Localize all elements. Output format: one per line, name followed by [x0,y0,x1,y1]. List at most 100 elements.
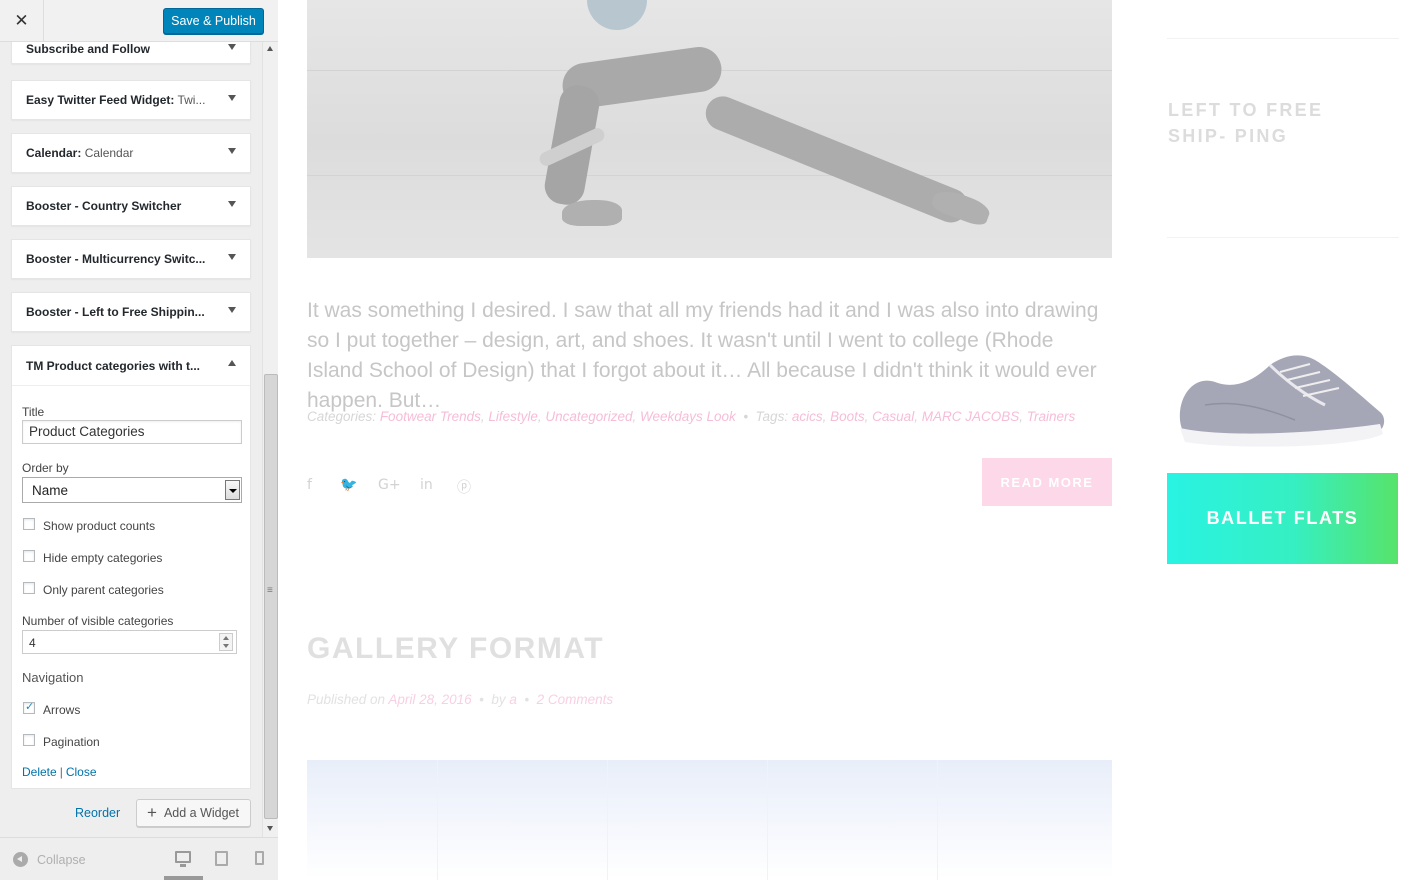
athlete-back-leg [700,91,973,228]
widget-left-to-free-shipping[interactable]: Booster - Left to Free Shippin... [11,292,251,332]
save-publish-button[interactable]: Save & Publish [163,8,264,34]
visible-categories-label: Number of visible categories [22,614,174,628]
expand-arrow-icon[interactable] [228,201,236,207]
widget-title: Booster - Country Switcher [26,199,182,213]
separator: | [59,765,63,779]
order-by-select[interactable]: Name [22,477,242,503]
customizer-sidebar: ✕ Save & Publish Subscribe and Follow Ea… [0,0,278,880]
sneaker-image[interactable] [1175,350,1390,455]
hide-empty-checkbox[interactable] [23,550,35,562]
plus-icon: + [147,803,157,822]
customizer-header: ✕ Save & Publish [0,0,278,42]
google-plus-icon[interactable]: G+ [378,477,401,493]
tag-link[interactable]: Casual [872,409,914,424]
widget-multicurrency-switcher[interactable]: Booster - Multicurrency Switc... [11,239,251,279]
mobile-icon[interactable] [255,851,264,865]
widget-title: Subscribe and Follow [26,42,151,56]
add-widget-label: Add a Widget [163,806,239,820]
pagination-label: Pagination [43,735,100,749]
athlete-torso [587,0,647,30]
close-widget-link[interactable]: Close [66,765,97,779]
category-link[interactable]: Weekdays Look [640,409,736,424]
author-link[interactable]: a [509,692,517,707]
title-input[interactable]: Product Categories [22,420,242,444]
twitter-icon[interactable]: 🐦 [340,477,357,493]
expand-arrow-icon[interactable] [228,148,236,154]
close-icon: ✕ [14,11,29,30]
category-link[interactable]: Uncategorized [545,409,632,424]
pagination-checkbox[interactable] [23,734,35,746]
collapse-arrow-icon[interactable] [228,360,236,366]
number-spinner[interactable] [219,633,233,651]
ballet-flats-banner[interactable]: BALLET FLATS [1167,473,1398,564]
athlete-shoe [562,200,622,226]
widget-calendar[interactable]: Calendar: Calendar [11,133,251,173]
order-by-label: Order by [22,461,69,475]
gallery-post-meta: Published on April 28, 2016 • by a • 2 C… [307,692,614,707]
visible-categories-input[interactable]: 4 [22,630,237,654]
collapse-button[interactable]: Collapse [37,853,86,867]
show-counts-checkbox[interactable] [23,518,35,530]
scroll-down-icon[interactable] [267,826,273,831]
gallery-divider [767,760,768,880]
scroll-up-icon[interactable] [267,46,273,51]
category-link[interactable]: Footwear Trends [380,409,481,424]
divider [1167,38,1399,39]
linkedin-icon[interactable]: in [420,477,433,493]
visible-categories-value: 4 [29,636,36,650]
reorder-link[interactable]: Reorder [75,806,120,820]
delete-widget-link[interactable]: Delete [22,765,57,779]
tag-link[interactable]: Trainers [1027,409,1076,424]
post-featured-image[interactable] [307,0,1112,258]
widget-country-switcher[interactable]: Booster - Country Switcher [11,186,251,226]
widget-list: Subscribe and Follow Easy Twitter Feed W… [0,42,262,837]
tag-link[interactable]: MARC JACOBS [922,409,1020,424]
order-by-value: Name [32,483,69,498]
close-customizer-button[interactable]: ✕ [0,0,44,42]
published-label: Published on [307,692,386,707]
dropdown-arrow-icon[interactable] [225,480,240,500]
sidebar-scrollbar[interactable] [262,42,278,837]
divider [1167,237,1399,238]
gallery-image[interactable] [307,760,1112,880]
hide-empty-label: Hide empty categories [43,551,163,565]
arrows-checkbox[interactable] [23,700,35,714]
collapse-icon[interactable] [13,852,28,867]
facebook-icon[interactable]: f [307,477,312,493]
widget-subscribe-follow[interactable]: Subscribe and Follow [11,42,251,64]
site-preview: It was something I desired. I saw that a… [279,0,1425,880]
tags-label: Tags: [755,409,789,424]
gallery-post-title[interactable]: GALLERY FORMAT [307,632,604,666]
categories-label: Categories: [307,409,377,424]
widget-header[interactable]: TM Product categories with t... [12,346,250,386]
expand-arrow-icon[interactable] [228,254,236,260]
gallery-divider [437,760,438,880]
post-meta: Categories: Footwear Trends, Lifestyle, … [307,409,1076,424]
expand-arrow-icon[interactable] [228,44,236,50]
read-more-button[interactable]: READ MORE [982,458,1112,506]
show-counts-label: Show product counts [43,519,156,533]
comments-link[interactable]: 2 Comments [537,692,614,707]
by-label: by [491,692,506,707]
tag-link[interactable]: acics [792,409,823,424]
category-link[interactable]: Lifestyle [488,409,538,424]
expand-arrow-icon[interactable] [228,307,236,313]
widget-actions: Delete | Close [22,763,97,781]
customizer-footer: Collapse [0,837,278,880]
only-parent-checkbox[interactable] [23,582,35,594]
add-widget-button[interactable]: + Add a Widget [136,799,251,827]
tag-link[interactable]: Boots [830,409,865,424]
widget-twitter-feed[interactable]: Easy Twitter Feed Widget: Twi... [11,80,251,120]
widget-title: Booster - Multicurrency Switc... [26,252,206,266]
scroll-thumb[interactable] [264,374,278,819]
tablet-icon[interactable] [215,851,228,866]
right-sidebar: LEFT TO FREE SHIP- PING BALLET FLATS [1167,0,1399,880]
post-date-link[interactable]: April 28, 2016 [388,692,471,707]
widget-title: Booster - Left to Free Shippin... [26,305,205,319]
gallery-divider [607,760,608,880]
desktop-icon[interactable] [175,851,191,867]
arrows-label: Arrows [43,703,81,717]
expand-arrow-icon[interactable] [228,95,236,101]
widget-product-categories: TM Product categories with t... Title Pr… [11,345,251,789]
pinterest-icon[interactable]: ⓟ [457,477,471,497]
